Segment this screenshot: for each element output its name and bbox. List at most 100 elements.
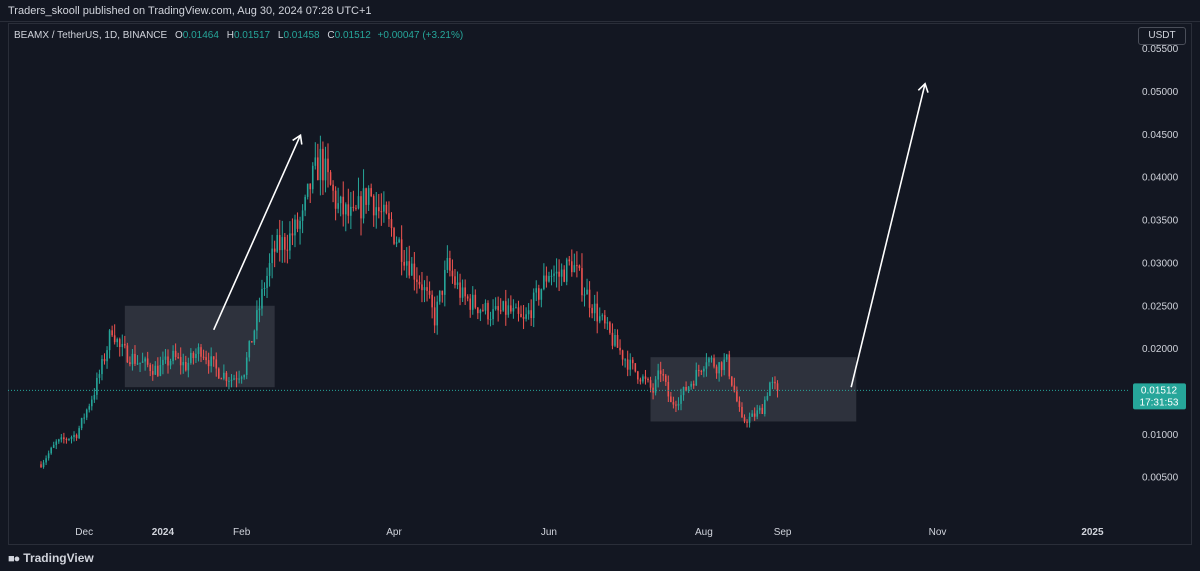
candle-body xyxy=(113,335,116,343)
candle-body xyxy=(126,345,129,363)
candle-body xyxy=(664,375,667,382)
candle-body xyxy=(573,265,576,273)
candle-body xyxy=(471,294,474,310)
candle xyxy=(98,369,101,384)
candle-body xyxy=(670,396,672,403)
symbol-name[interactable]: BEAMX / TetherUS, 1D, BINANCE xyxy=(14,30,167,41)
candle-body xyxy=(357,196,360,209)
candle-body xyxy=(149,364,152,372)
candle-body xyxy=(456,282,459,285)
candle-body xyxy=(494,306,497,310)
candle-body xyxy=(728,354,731,377)
candle xyxy=(489,311,492,327)
candle xyxy=(281,220,284,263)
candle xyxy=(276,228,279,254)
candle xyxy=(116,337,119,348)
candle-body xyxy=(649,380,652,388)
candle-body xyxy=(515,307,517,309)
candle xyxy=(75,433,78,441)
candle xyxy=(626,350,629,377)
candle-body xyxy=(510,305,512,312)
candle xyxy=(251,341,253,343)
candle xyxy=(47,450,50,461)
candle xyxy=(642,374,644,384)
candle xyxy=(484,299,487,315)
candle-body xyxy=(657,370,659,380)
candle xyxy=(45,455,47,466)
candle-body xyxy=(296,219,299,229)
candle xyxy=(400,225,403,276)
time-axis[interactable]: Dec 2024 Feb Apr Jun Aug Sep Nov 2025 xyxy=(75,527,1104,538)
candle-body xyxy=(55,441,58,445)
candle-body xyxy=(682,386,685,396)
candle-body xyxy=(758,407,761,411)
candle xyxy=(362,169,365,224)
candle-body xyxy=(619,347,621,351)
price-chart[interactable]: 0.05500 0.05000 0.04500 0.04000 0.03500 0.030… xyxy=(0,0,1200,571)
candle-body xyxy=(276,235,279,252)
candle xyxy=(573,253,576,273)
candle-body xyxy=(588,289,591,308)
candle-body xyxy=(258,308,261,311)
candle-body xyxy=(659,370,662,374)
currency-button[interactable]: USDT xyxy=(1138,27,1186,45)
time-tick-label: 2024 xyxy=(152,527,175,538)
candle xyxy=(327,143,329,188)
candle-body xyxy=(261,289,263,309)
candle-body xyxy=(278,235,281,251)
candle-body xyxy=(355,207,357,209)
candle-body xyxy=(565,259,568,282)
candle-body xyxy=(192,352,195,359)
candle-body xyxy=(611,332,614,346)
candle-body xyxy=(543,275,545,290)
candle xyxy=(96,372,98,400)
candle-body xyxy=(103,358,106,362)
candle xyxy=(431,290,433,319)
candle-body xyxy=(571,261,573,273)
candle xyxy=(91,395,93,411)
candle xyxy=(393,226,395,246)
projection-arrow-2[interactable] xyxy=(850,82,929,388)
price-tick-label: 0.01000 xyxy=(1142,430,1179,441)
candle-body xyxy=(78,428,80,439)
candle xyxy=(593,294,596,322)
candle-body xyxy=(535,288,538,293)
candle xyxy=(342,181,345,227)
candle-body xyxy=(197,347,200,354)
candle-body xyxy=(449,257,451,271)
candle-body xyxy=(162,359,164,366)
candle xyxy=(403,250,405,271)
tradingview-logo[interactable]: ■● TradingView xyxy=(8,551,94,565)
candle-body xyxy=(469,298,472,310)
candle xyxy=(537,284,540,306)
candle xyxy=(451,259,454,284)
candle-body xyxy=(631,359,634,364)
candle xyxy=(609,321,611,335)
price-tick-label: 0.02500 xyxy=(1142,301,1179,312)
candle xyxy=(101,355,103,381)
candle xyxy=(474,289,477,310)
candle xyxy=(113,324,116,345)
candle xyxy=(266,267,268,298)
candle-body xyxy=(347,204,350,216)
price-tick-label: 0.02000 xyxy=(1142,344,1179,355)
candle-body xyxy=(375,207,378,216)
price-axis[interactable]: 0.05500 0.05000 0.04500 0.04000 0.03500 0.030… xyxy=(1142,44,1179,483)
candle-body xyxy=(695,369,698,386)
candle-body xyxy=(459,282,461,298)
symbol-legend: BEAMX / TetherUS, 1D, BINANCE O0.01464 H… xyxy=(14,30,463,41)
candle-body xyxy=(517,307,520,314)
candle xyxy=(413,251,416,291)
candle xyxy=(507,298,510,318)
candle xyxy=(385,201,388,215)
time-tick-label: Jun xyxy=(541,527,557,538)
candle xyxy=(322,141,324,195)
candle xyxy=(377,194,380,219)
candle xyxy=(540,288,543,308)
candle-body xyxy=(398,239,400,243)
candle-body xyxy=(108,330,111,351)
consolidation-box-1[interactable] xyxy=(124,305,275,388)
candle-body xyxy=(421,284,423,291)
candle-body xyxy=(174,350,177,357)
candle-body xyxy=(451,270,454,277)
